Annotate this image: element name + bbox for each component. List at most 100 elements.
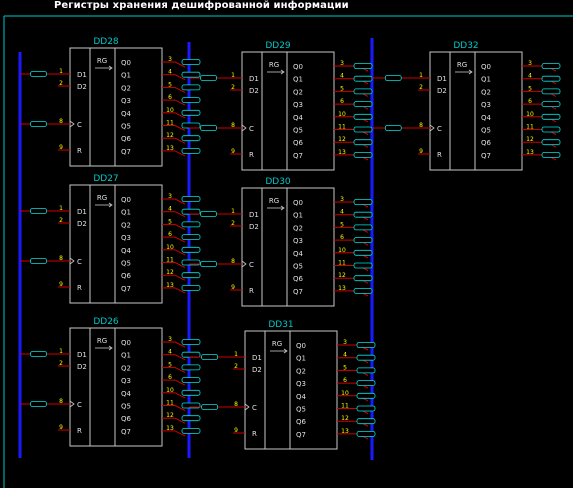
chip-name: DD28 — [93, 37, 119, 47]
net-label-tag — [353, 126, 373, 133]
output-pin-number: 10 — [341, 390, 349, 397]
input-label-d2: D2 — [437, 87, 447, 95]
output-label-q3: Q3 — [296, 380, 306, 388]
net-label-tag — [356, 354, 376, 361]
output-pin-number: 3 — [528, 60, 532, 67]
net-label-tag — [30, 71, 47, 77]
output-label-q1: Q1 — [293, 212, 303, 220]
output-label-q5: Q5 — [121, 123, 131, 131]
net-label-tag — [353, 199, 373, 205]
output-label-q3: Q3 — [121, 234, 131, 242]
chips-layer: DD28RGD11D22C8R9Q0 3Q1 4Q2 5Q3 6Q4 10Q5 11Q6 12… — [20, 37, 561, 450]
net-label-tag — [353, 101, 373, 107]
output-label-q6: Q6 — [121, 415, 132, 423]
input-label-c: C — [249, 125, 254, 133]
chip-dd29: DD29RGD11D22C8R9Q0 3Q1 4Q2 5Q3 6Q4 10Q5 11Q6 12… — [189, 41, 373, 171]
clock-triangle — [244, 403, 250, 411]
output-pin-number: 11 — [341, 403, 349, 410]
input-label-d1: D1 — [77, 351, 87, 359]
output-pin-number: 3 — [168, 56, 172, 63]
clock-triangle — [69, 400, 75, 408]
input-label-r: R — [77, 427, 82, 435]
output-pin-number: 10 — [166, 244, 174, 251]
input-label-c: C — [77, 121, 82, 129]
net-label-tag — [541, 88, 561, 95]
input-label-r: R — [77, 284, 82, 292]
output-pin-number: 13 — [166, 425, 174, 432]
output-label-q2: Q2 — [293, 88, 303, 96]
input-label-r: R — [249, 287, 254, 295]
output-pin-number: 12 — [166, 132, 174, 139]
net-label-tag — [356, 418, 376, 425]
net-label-tag — [181, 71, 201, 78]
output-label-q0: Q0 — [481, 63, 491, 71]
input-label-c: C — [252, 404, 257, 412]
output-label-q3: Q3 — [293, 101, 303, 109]
chip-type-label: RG — [97, 57, 107, 65]
output-label-q6: Q6 — [293, 139, 304, 147]
output-label-q5: Q5 — [121, 403, 131, 411]
chip-name: DD31 — [268, 320, 293, 330]
net-label-tag — [353, 224, 373, 231]
output-label-q0: Q0 — [121, 196, 131, 204]
output-label-q5: Q5 — [293, 127, 303, 135]
chip-body — [69, 47, 163, 167]
net-label-tag — [353, 249, 373, 256]
output-pin-number: 3 — [340, 196, 344, 203]
chip-name: DD27 — [93, 174, 118, 184]
output-pin-number: 10 — [166, 107, 174, 114]
net-label-tag — [356, 392, 376, 399]
output-pin-number: 4 — [168, 349, 172, 356]
net-label-tag — [356, 405, 376, 412]
output-pin-number: 12 — [338, 272, 346, 279]
output-label-q7: Q7 — [481, 152, 491, 160]
net-label-tag — [181, 364, 201, 371]
net-label-tag — [30, 401, 47, 407]
output-label-q6: Q6 — [121, 272, 132, 280]
chip-body — [69, 327, 163, 447]
output-pin-number: 6 — [340, 234, 344, 241]
output-pin-number: 6 — [168, 231, 172, 238]
net-label-tag — [353, 75, 373, 82]
output-pin-number: 12 — [526, 136, 534, 143]
net-label-tag — [181, 351, 201, 358]
output-pin-number: 10 — [526, 111, 534, 118]
output-label-q4: Q4 — [296, 393, 307, 401]
output-label-q1: Q1 — [121, 72, 131, 80]
output-label-q0: Q0 — [121, 339, 131, 347]
output-pin-number: 11 — [166, 257, 174, 264]
output-label-q0: Q0 — [293, 63, 303, 71]
output-pin-number: 6 — [168, 374, 172, 381]
chip-name: DD32 — [453, 41, 478, 51]
clock-triangle — [429, 124, 435, 132]
net-label-tag — [30, 208, 47, 214]
input-label-c: C — [77, 258, 82, 266]
net-label-tag — [353, 211, 373, 218]
output-pin-number: 6 — [343, 377, 347, 384]
output-label-q7: Q7 — [121, 428, 131, 436]
output-pin-number: 6 — [340, 98, 344, 105]
net-label-tag — [181, 221, 201, 228]
clock-triangle — [69, 257, 75, 265]
output-pin-number: 4 — [343, 352, 347, 359]
chip-name: DD29 — [265, 41, 291, 51]
chip-type-label: RG — [97, 337, 107, 345]
output-label-q2: Q2 — [293, 224, 303, 232]
net-label-tag — [353, 113, 373, 120]
output-label-q7: Q7 — [293, 152, 303, 160]
net-label-tag — [30, 351, 47, 357]
output-label-q5: Q5 — [296, 406, 306, 414]
input-label-r: R — [77, 147, 82, 155]
input-label-c: C — [249, 261, 254, 269]
net-label-tag — [181, 109, 201, 116]
chip-dd30: DD30RGD11D22C8R9Q0 3Q1 4Q2 5Q3 6Q4 10Q5 11Q6 12… — [189, 177, 373, 307]
output-label-q0: Q0 — [293, 199, 303, 207]
input-label-d1: D1 — [252, 354, 262, 362]
net-label-tag — [200, 75, 217, 81]
output-label-q6: Q6 — [481, 139, 492, 147]
net-label-tag — [181, 339, 201, 345]
chip-body — [241, 187, 335, 307]
net-label-tag — [353, 237, 373, 244]
net-label-tag — [356, 430, 376, 437]
output-pin-number: 3 — [340, 60, 344, 67]
